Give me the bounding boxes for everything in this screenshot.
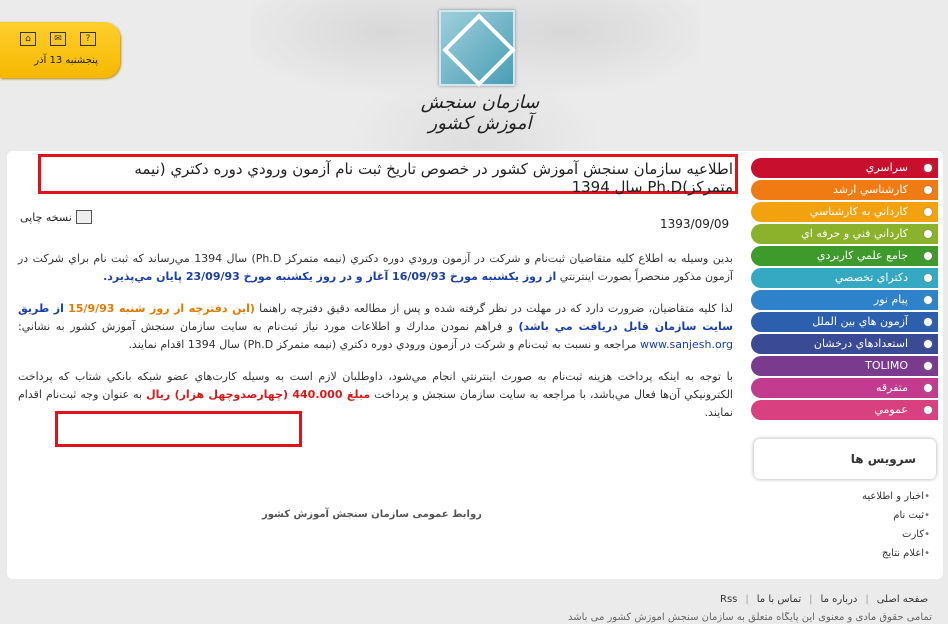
current-date: پنجشنبه 13 آذر — [34, 55, 98, 66]
print-label: نسخه چاپی — [20, 210, 72, 224]
bullet-icon — [924, 406, 932, 414]
service-item-card[interactable]: كارت — [790, 525, 930, 544]
printer-icon — [75, 210, 92, 224]
menu-label: كارشناسي ارشد — [832, 183, 908, 196]
menu-item-misc[interactable]: متفرقه — [751, 378, 938, 398]
bullet-icon — [924, 296, 932, 304]
bullet-icon — [924, 384, 932, 392]
side-menu: سراسري كارشناسي ارشد كارداني به كارشناسي… — [751, 158, 938, 422]
article-title: اطلاعيه سازمان سنجش آموزش كشور در خصوص ت… — [134, 160, 733, 196]
menu-item-kardani-karshenasi[interactable]: كارداني به كارشناسي — [751, 202, 938, 222]
p1-dates: از روز يكشنبه مورخ 16/09/93 آغاز و در رو… — [103, 270, 557, 283]
bullet-icon — [924, 186, 932, 194]
service-item-register[interactable]: ثبت نام — [790, 506, 930, 525]
menu-item-doctora[interactable]: دكتراي تخصصي — [751, 268, 938, 288]
bullet-icon — [924, 208, 932, 216]
article-body: بدين وسيله به اطلاع كليه متقاضيان ثبت‌نا… — [18, 250, 733, 436]
menu-item-fani-herfei[interactable]: كارداني فني و حرفه اي — [751, 224, 938, 244]
bullet-icon — [924, 318, 932, 326]
menu-item-international[interactable]: آزمون هاي بين الملل — [751, 312, 938, 332]
menu-label: كارداني به كارشناسي — [809, 205, 908, 218]
menu-item-jame-elmi[interactable]: جامع علمي كاربردي — [751, 246, 938, 266]
service-item-news[interactable]: اخبار و اطلاعيه — [790, 487, 930, 506]
menu-label: عمومي — [874, 403, 908, 416]
sanjesh-link[interactable]: www.sanjesh.org — [640, 338, 733, 351]
menu-label: TOLIMO — [865, 359, 908, 372]
site-logo[interactable] — [439, 10, 516, 87]
services-list: اخبار و اطلاعيه ثبت نام كارت اعلام نتايج — [790, 487, 930, 563]
bullet-icon — [924, 340, 932, 348]
p2-text-3: مراجعه و نسبت به ثبت‌نام و شركت در آزمون… — [128, 338, 637, 351]
bullet-icon — [924, 164, 932, 172]
menu-label: پيام نور — [873, 293, 908, 306]
menu-label: دكتراي تخصصي — [834, 271, 908, 284]
menu-item-talents[interactable]: استعدادهاي درخشان — [751, 334, 938, 354]
service-item-results[interactable]: اعلام نتايج — [790, 544, 930, 563]
copyright-text: تمامی حقوق مادی و معنوی این پایگاه متعلق… — [567, 612, 932, 623]
amount-highlight — [55, 411, 302, 447]
menu-item-sarasari[interactable]: سراسري — [751, 158, 938, 178]
menu-label: كارداني فني و حرفه اي — [801, 227, 908, 240]
services-title: سرويس ها — [850, 452, 916, 466]
menu-item-payam-noor[interactable]: پيام نور — [751, 290, 938, 310]
fee-amount: مبلغ 440.000 (چهارصدوچهل هزار) ريال — [146, 388, 371, 401]
p2-text: لذا كليه متقاضيان، ضرورت دارد كه در مهلت… — [259, 302, 734, 315]
article-signature: روابط عمومی سازمان سنجش آموزش کشور — [262, 509, 482, 520]
menu-label: سراسري — [865, 161, 908, 174]
menu-item-general[interactable]: عمومي — [751, 400, 938, 420]
bullet-icon — [924, 274, 932, 282]
paragraph-2: لذا كليه متقاضيان، ضرورت دارد كه در مهلت… — [18, 300, 733, 354]
p2-text-2: و فراهم نمودن مدارك و اطلاعات مورد نياز … — [18, 320, 513, 333]
menu-item-arshad[interactable]: كارشناسي ارشد — [751, 180, 938, 200]
paragraph-1: بدين وسيله به اطلاع كليه متقاضيان ثبت‌نا… — [18, 250, 733, 286]
menu-label: متفرقه — [875, 381, 908, 394]
bullet-icon — [924, 252, 932, 260]
quick-links-box: ⌂ ✉ ? پنجشنبه 13 آذر — [0, 22, 120, 78]
menu-label: جامع علمي كاربردي — [816, 249, 908, 262]
menu-label: استعدادهاي درخشان — [813, 337, 908, 350]
menu-item-tolimo[interactable]: TOLIMO — [751, 356, 938, 376]
footer-link-rss[interactable]: Rss — [720, 594, 737, 605]
bullet-icon — [924, 230, 932, 238]
services-header: سرويس ها — [754, 439, 936, 479]
footer-nav: صفحه اصلی | درباره ما | تماس با ما | Rss — [720, 594, 929, 605]
menu-label: آزمون هاي بين الملل — [812, 315, 908, 328]
print-link[interactable]: نسخه چاپی — [20, 210, 92, 224]
help-icon[interactable]: ? — [80, 32, 96, 46]
footer-link-about[interactable]: درباره ما — [821, 594, 858, 605]
home-icon[interactable]: ⌂ — [20, 32, 36, 46]
article-date: 1393/09/09 — [660, 217, 730, 231]
mail-icon[interactable]: ✉ — [50, 32, 66, 46]
footer-link-contact[interactable]: تماس با ما — [757, 594, 801, 605]
p2-booklet-date: (اين دفترچه از روز شنبه 15/9/93 — [68, 302, 255, 315]
footer-link-home[interactable]: صفحه اصلی — [877, 594, 928, 605]
bullet-icon — [924, 362, 932, 370]
logo-text: سازمان سنجش آموزش کشور — [420, 92, 540, 134]
